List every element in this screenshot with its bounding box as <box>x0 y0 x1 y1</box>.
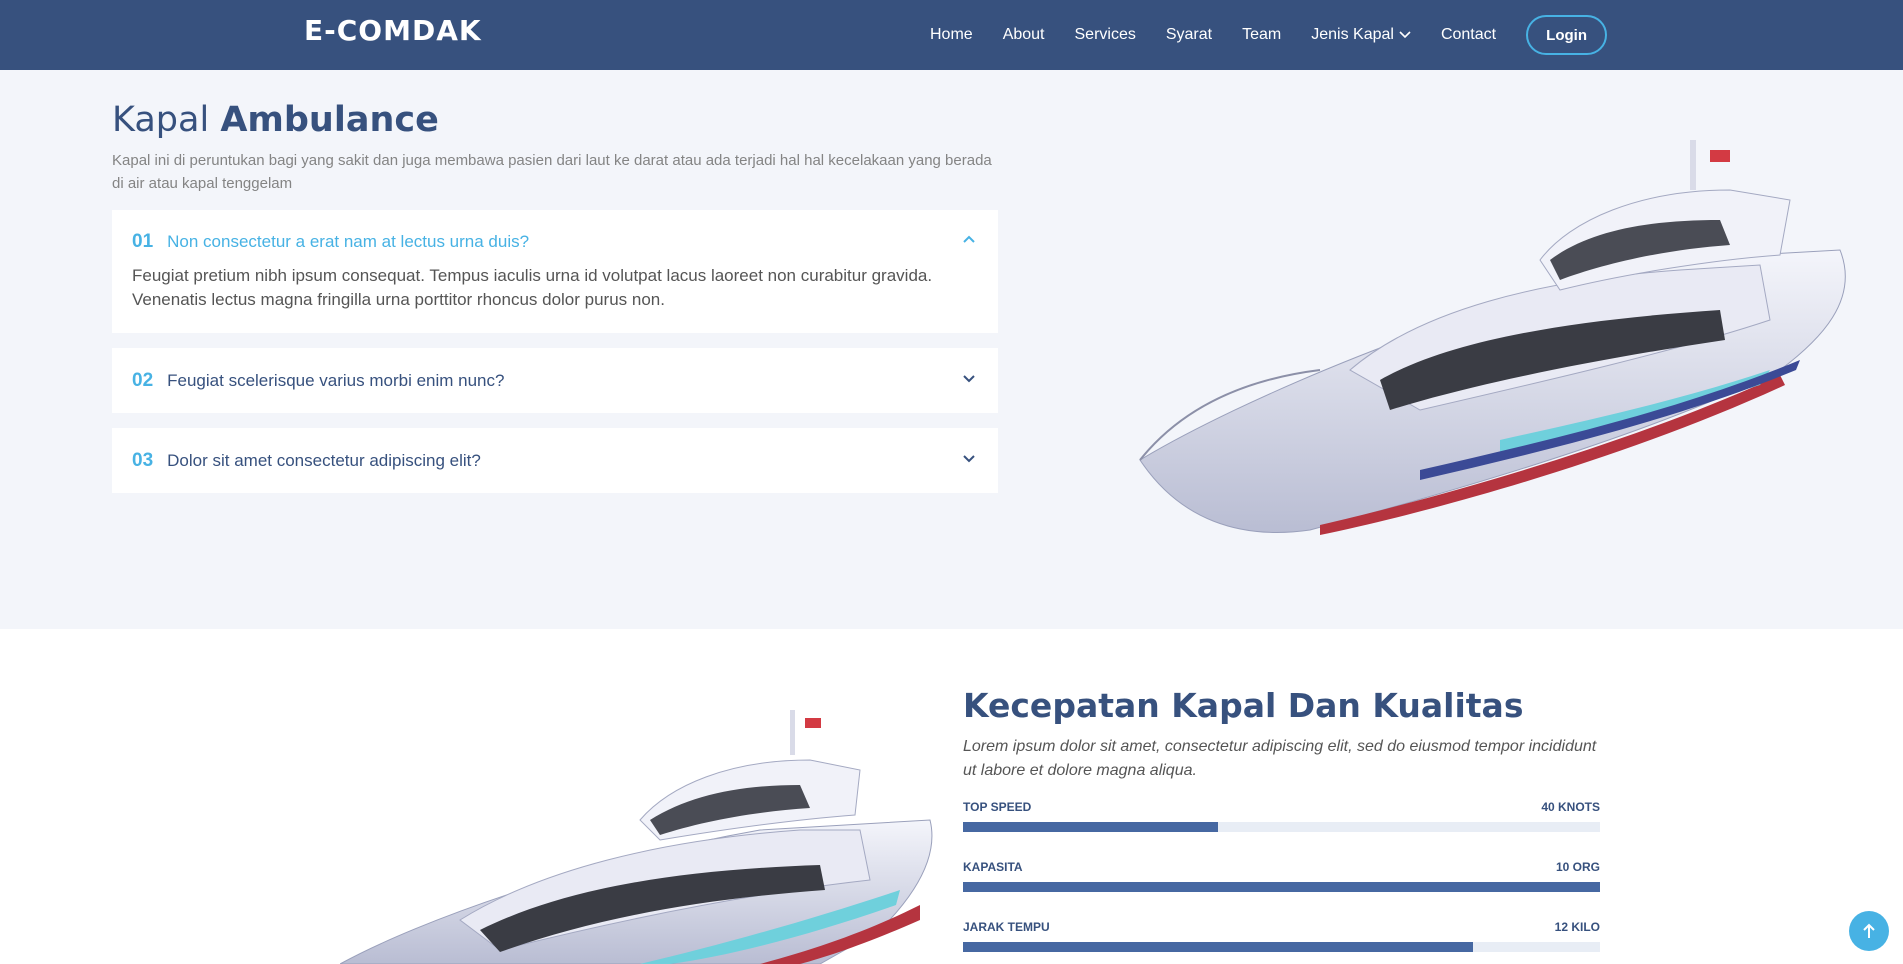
progress-bar <box>963 822 1600 832</box>
login-button[interactable]: Login <box>1526 15 1608 55</box>
chevron-down-icon <box>1399 31 1411 39</box>
faq-question[interactable]: 03 Dolor sit amet consectetur adipiscing… <box>132 428 481 493</box>
section-description: Kapal ini di peruntukan bagi yang sakit … <box>112 152 992 192</box>
boat-image <box>340 710 933 964</box>
progress-fill <box>963 882 1600 892</box>
faq-section: Kapal Ambulance Kapal ini di peruntukan … <box>0 70 1903 629</box>
progress-bar <box>963 882 1600 892</box>
faq-item: 02 Feugiat scelerisque varius morbi enim… <box>112 348 998 413</box>
skill-item: KAPASITA 10 ORG <box>963 860 1600 892</box>
faq-number: 02 <box>132 369 154 391</box>
skill-value: 10 ORG <box>1555 860 1600 874</box>
main-nav: Home About Services Syarat Team Jenis Ka… <box>930 0 1608 70</box>
faq-question[interactable]: 02 Feugiat scelerisque varius morbi enim… <box>132 348 504 413</box>
faq-question-text: Non consectetur a erat nam at lectus urn… <box>167 232 530 251</box>
scroll-top-button[interactable] <box>1849 911 1889 951</box>
faq-question-text: Dolor sit amet consectetur adipiscing el… <box>167 450 481 470</box>
nav-jenis-kapal[interactable]: Jenis Kapal <box>1311 26 1411 44</box>
chevron-down-icon[interactable] <box>962 373 976 383</box>
skill-label: KAPASITA <box>963 860 1023 874</box>
boat-image <box>1139 140 1846 535</box>
nav-team[interactable]: Team <box>1242 26 1281 44</box>
skill-label-row: KAPASITA 10 ORG <box>963 860 1600 874</box>
site-header: E-COMDAK Home About Services Syarat Team… <box>0 0 1903 70</box>
faq-question-text: Feugiat scelerisque varius morbi enim nu… <box>167 370 505 390</box>
skill-label: TOP SPEED <box>963 800 1032 814</box>
skill-label-row: JARAK TEMPU 12 KILO <box>963 920 1600 934</box>
skill-item: TOP SPEED 40 KNOTS <box>963 800 1600 832</box>
skill-value: 12 KILO <box>1554 920 1600 934</box>
skill-label: JARAK TEMPU <box>963 920 1050 934</box>
section-title: Kapal Ambulance <box>112 100 439 140</box>
faq-answer: Feugiat pretium nibh ipsum consequat. Te… <box>132 266 933 309</box>
skill-item: JARAK TEMPU 12 KILO <box>963 920 1600 952</box>
nav-services[interactable]: Services <box>1075 26 1136 44</box>
nav-syarat[interactable]: Syarat <box>1166 26 1212 44</box>
faq-number: 01 <box>132 231 154 252</box>
nav-home[interactable]: Home <box>930 26 973 44</box>
nav-contact[interactable]: Contact <box>1441 26 1496 44</box>
section-title-bold: Ambulance <box>220 100 439 140</box>
chevron-down-icon[interactable] <box>962 453 976 463</box>
skill-label-row: TOP SPEED 40 KNOTS <box>963 800 1600 814</box>
progress-fill <box>963 942 1473 952</box>
skill-value: 40 KNOTS <box>1541 800 1600 814</box>
chevron-up-icon[interactable] <box>962 235 976 245</box>
site-logo[interactable]: E-COMDAK <box>304 14 482 47</box>
progress-fill <box>963 822 1218 832</box>
skills-description: Lorem ipsum dolor sit amet, consectetur … <box>963 738 1597 779</box>
faq-number: 03 <box>132 449 154 471</box>
arrow-up-icon <box>1863 923 1875 938</box>
skills-title: Kecepatan Kapal Dan Kualitas <box>963 686 1524 725</box>
nav-about[interactable]: About <box>1003 26 1045 44</box>
progress-bar <box>963 942 1600 952</box>
section-title-light: Kapal <box>112 100 221 140</box>
faq-item: 03 Dolor sit amet consectetur adipiscing… <box>112 428 998 493</box>
faq-item: 01 Non consectetur a erat nam at lectus … <box>112 210 998 333</box>
nav-jenis-kapal-label: Jenis Kapal <box>1311 26 1394 43</box>
